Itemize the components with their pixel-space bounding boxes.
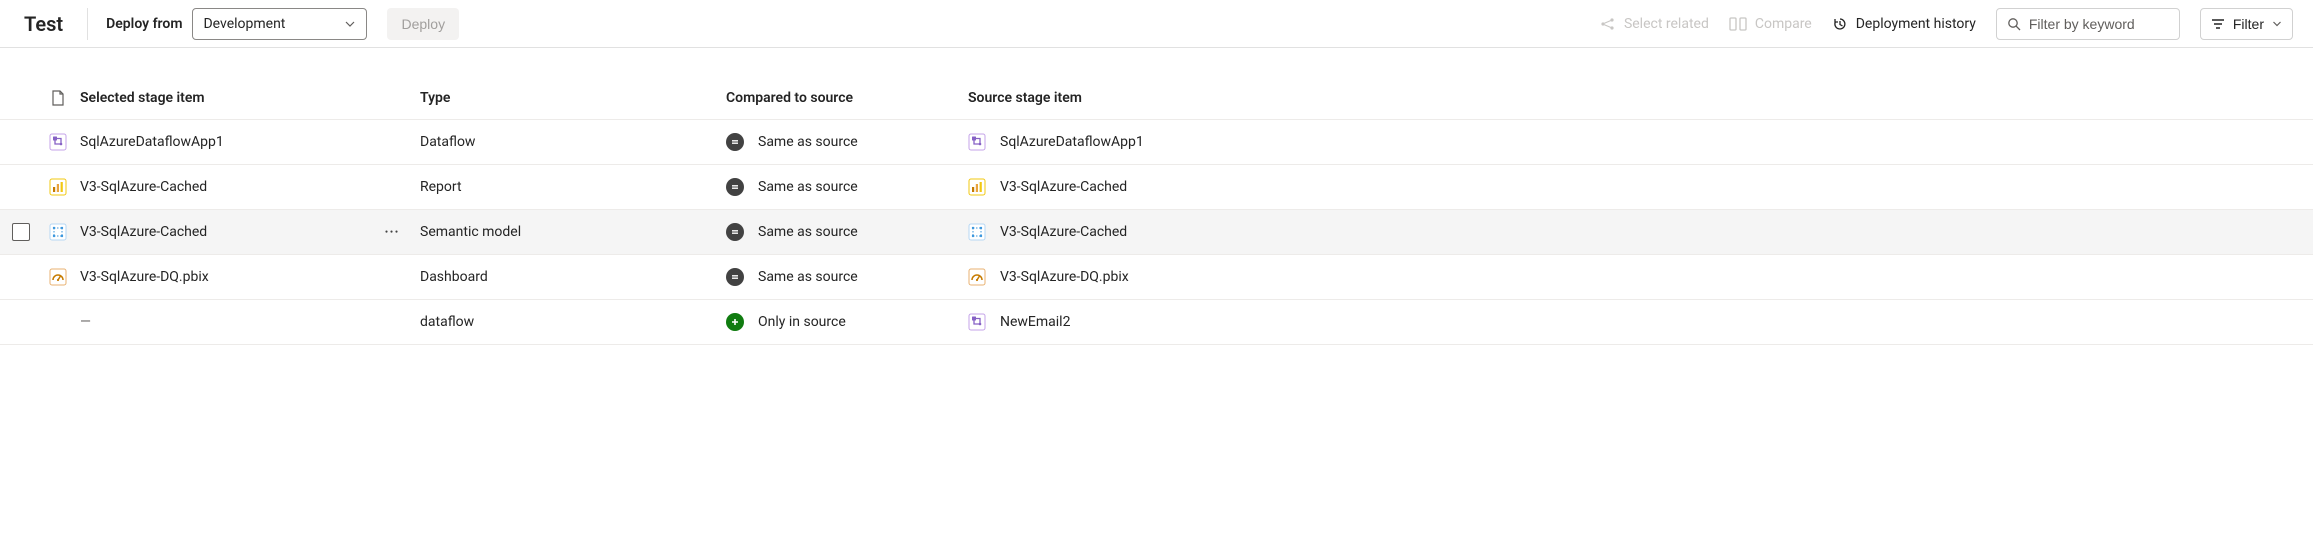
compare-label: Same as source — [758, 179, 858, 195]
item-type: dataflow — [420, 314, 726, 330]
table-row[interactable]: V3-SqlAzure-Cached Report Same as source V3… — [0, 165, 2313, 210]
search-input[interactable] — [2029, 16, 2169, 32]
item-type: Semantic model — [420, 224, 726, 240]
item-type: Dataflow — [420, 134, 726, 150]
same-as-source-icon — [726, 268, 744, 286]
source-name: V3-SqlAzure-DQ.pbix — [1000, 269, 1129, 285]
table-row[interactable]: — dataflow Only in source NewEmail2 — [0, 300, 2313, 345]
filter-button[interactable]: Filter — [2200, 8, 2293, 40]
select-related-button: Select related — [1600, 16, 1709, 32]
compare-label: Only in source — [758, 314, 846, 330]
col-selected[interactable]: Selected stage item — [80, 90, 420, 106]
filter-label: Filter — [2233, 16, 2264, 32]
items-table: Selected stage item Type Compared to sou… — [0, 76, 2313, 345]
dashboard-icon — [36, 268, 80, 286]
source-cell: NewEmail2 — [968, 313, 2313, 331]
table-row[interactable]: V3-SqlAzure-DQ.pbix Dashboard Same as sour… — [0, 255, 2313, 300]
compare-label: Compare — [1755, 16, 1812, 32]
deploy-button: Deploy — [387, 8, 459, 40]
item-name[interactable]: V3-SqlAzure-Cached — [80, 224, 207, 240]
col-compared[interactable]: Compared to source — [726, 90, 968, 106]
compare-cell: Same as source — [726, 223, 968, 241]
report-icon — [36, 178, 80, 196]
compare-label: Same as source — [758, 134, 858, 150]
only-in-source-icon — [726, 313, 744, 331]
filter-icon — [2211, 17, 2225, 31]
model-icon — [36, 223, 80, 241]
select-related-label: Select related — [1624, 16, 1709, 32]
source-cell: SqlAzureDataflowApp1 — [968, 133, 2313, 151]
dataflow-icon — [36, 133, 80, 151]
deploy-from-label: Deploy from — [106, 16, 182, 32]
compare-cell: Same as source — [726, 133, 968, 151]
col-type[interactable]: Type — [420, 90, 726, 106]
chevron-down-icon — [2272, 19, 2282, 29]
item-type: Dashboard — [420, 269, 726, 285]
source-cell: V3-SqlAzure-Cached — [968, 223, 2313, 241]
item-name[interactable]: SqlAzureDataflowApp1 — [80, 134, 224, 150]
deployment-history-button[interactable]: Deployment history — [1832, 16, 1976, 32]
same-as-source-icon — [726, 178, 744, 196]
compare-cell: Only in source — [726, 313, 968, 331]
source-cell: V3-SqlAzure-Cached — [968, 178, 2313, 196]
deploy-from-group: Deploy from Development Deploy — [106, 8, 459, 40]
source-cell: V3-SqlAzure-DQ.pbix — [968, 268, 2313, 286]
table-body: SqlAzureDataflowApp1 Dataflow Same as sour… — [0, 120, 2313, 345]
item-name[interactable]: — — [80, 314, 91, 330]
col-source[interactable]: Source stage item — [968, 90, 2313, 106]
history-icon — [1832, 16, 1848, 32]
search-box[interactable] — [1996, 8, 2180, 40]
select-related-icon — [1600, 16, 1616, 32]
source-name: SqlAzureDataflowApp1 — [1000, 134, 1144, 150]
toolbar: Test Deploy from Development Deploy Sele… — [0, 0, 2313, 48]
source-name: NewEmail2 — [1000, 314, 1070, 330]
source-name: V3-SqlAzure-Cached — [1000, 224, 1127, 240]
report-icon — [968, 178, 986, 196]
compare-label: Same as source — [758, 224, 858, 240]
more-options-icon[interactable]: ●●● — [385, 229, 400, 235]
toolbar-right: Select related Compare Deployment histor… — [1600, 8, 2293, 40]
deploy-from-select[interactable]: Development — [192, 8, 367, 40]
table-header: Selected stage item Type Compared to sou… — [0, 76, 2313, 120]
search-icon — [2007, 17, 2021, 31]
source-name: V3-SqlAzure-Cached — [1000, 179, 1127, 195]
document-icon — [36, 90, 80, 106]
table-row[interactable]: SqlAzureDataflowApp1 Dataflow Same as sour… — [0, 120, 2313, 165]
model-icon — [968, 223, 986, 241]
dataflow-icon — [968, 313, 986, 331]
compare-cell: Same as source — [726, 178, 968, 196]
same-as-source-icon — [726, 133, 744, 151]
item-name[interactable]: V3-SqlAzure-Cached — [80, 179, 207, 195]
chevron-down-icon — [344, 18, 356, 30]
table-row[interactable]: V3-SqlAzure-Cached ●●● Semantic model Same … — [0, 210, 2313, 255]
stage-title: Test — [24, 8, 88, 40]
dataflow-icon — [968, 133, 986, 151]
row-checkbox[interactable] — [12, 223, 30, 241]
deployment-history-label: Deployment history — [1856, 16, 1976, 32]
item-type: Report — [420, 179, 726, 195]
same-as-source-icon — [726, 223, 744, 241]
deploy-from-value: Development — [203, 16, 285, 32]
compare-icon — [1729, 16, 1747, 32]
item-name[interactable]: V3-SqlAzure-DQ.pbix — [80, 269, 209, 285]
compare-button: Compare — [1729, 16, 1812, 32]
compare-label: Same as source — [758, 269, 858, 285]
dashboard-icon — [968, 268, 986, 286]
compare-cell: Same as source — [726, 268, 968, 286]
